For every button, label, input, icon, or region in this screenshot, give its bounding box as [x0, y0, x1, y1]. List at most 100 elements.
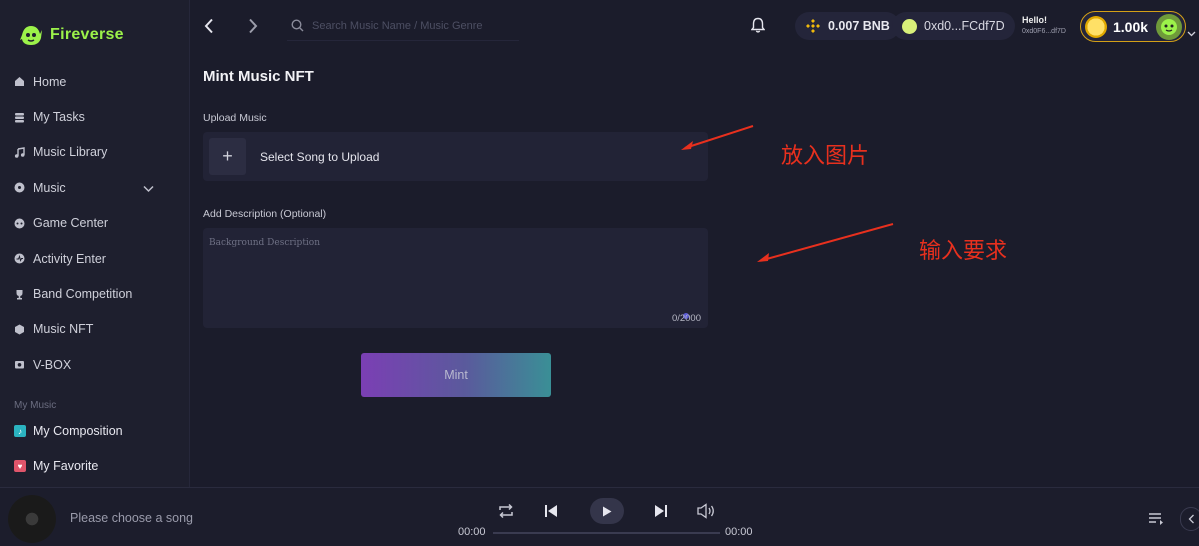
favorite-icon: ♥	[14, 460, 26, 472]
coin-icon	[1085, 15, 1107, 38]
character-counter: 0/2000	[671, 313, 701, 324]
gamepad-icon	[14, 218, 25, 229]
home-icon	[14, 76, 25, 87]
sidebar-item-band-competition[interactable]: Band Competition	[0, 276, 189, 311]
avatar-face-icon	[1161, 18, 1178, 35]
annotation-arrow-icon	[757, 223, 894, 262]
description-annotation: 输入要求	[919, 239, 1008, 264]
sidebar-item-label: My Composition	[33, 424, 123, 438]
tasks-icon	[14, 112, 25, 123]
sidebar-item-game-center[interactable]: Game Center	[0, 206, 189, 241]
app-window: Fireverse Home My Tasks Music Library Mu…	[0, 0, 1199, 546]
play-button[interactable]	[590, 498, 624, 524]
chevron-left-icon	[1188, 514, 1194, 524]
main-content: Mint Music NFT Upload Music + Select Son…	[191, 52, 1199, 487]
sidebar-item-label: Game Center	[33, 216, 109, 231]
search-input[interactable]	[312, 19, 512, 32]
chevron-down-icon	[1187, 31, 1196, 37]
composition-icon: ♪	[14, 425, 26, 437]
description-field: 0/2000	[203, 228, 708, 328]
sidebar-item-music[interactable]: Music	[0, 170, 189, 205]
activity-icon	[14, 253, 25, 264]
total-time: 00:00	[725, 526, 753, 538]
upload-annotation: 放入图片	[781, 144, 870, 169]
back-button[interactable]	[197, 14, 221, 38]
box-icon	[14, 359, 25, 370]
chevron-right-icon	[249, 18, 258, 34]
bell-icon	[750, 17, 766, 33]
sidebar-item-music-library[interactable]: Music Library	[0, 135, 189, 170]
player-status: Please choose a song	[70, 511, 194, 525]
avatar[interactable]	[1156, 13, 1183, 40]
bnb-balance-pill[interactable]: 0.007 BNB	[795, 12, 900, 40]
trophy-icon	[14, 289, 25, 300]
music-note-icon	[14, 147, 25, 158]
sidebar-item-label: Music Library	[33, 145, 108, 160]
plus-icon[interactable]: +	[209, 138, 246, 175]
sidebar-item-label: Activity Enter	[33, 251, 106, 266]
sidebar-item-label: Music	[33, 180, 66, 195]
greeting-text: Hello!	[1022, 15, 1048, 25]
sidebar-item-label: Band Competition	[33, 287, 133, 302]
chevron-down-icon[interactable]	[143, 182, 154, 196]
account-menu-toggle[interactable]	[1187, 24, 1196, 42]
volume-button[interactable]	[696, 503, 716, 519]
chevron-left-icon	[204, 18, 213, 34]
bnb-balance: 0.007 BNB	[828, 19, 890, 33]
sidebar-item-label: My Tasks	[33, 110, 85, 125]
sidebar-item-my-favorite[interactable]: ♥ My Favorite	[14, 459, 98, 473]
nft-icon	[14, 324, 25, 335]
coin-balance-pill[interactable]: 1.00k	[1080, 11, 1186, 42]
sidebar-item-music-nft[interactable]: Music NFT	[0, 312, 189, 347]
current-time: 00:00	[458, 526, 486, 538]
sidebar-item-my-tasks[interactable]: My Tasks	[0, 99, 189, 134]
sidebar-item-label: Music NFT	[33, 322, 94, 337]
sidebar-item-activity-enter[interactable]: Activity Enter	[0, 241, 189, 276]
wallet-address: 0xd0...FCdf7D	[924, 19, 1005, 33]
sidebar-item-v-box[interactable]: V-BOX	[0, 347, 189, 382]
volume-icon	[697, 503, 714, 519]
user-greeting: Hello! 0xd0F6...df7D	[1022, 15, 1066, 37]
next-button[interactable]	[654, 504, 668, 518]
annotation-arrow-icon	[681, 125, 754, 150]
search-bar	[287, 11, 519, 41]
repeat-icon	[499, 503, 513, 519]
brand[interactable]: Fireverse	[18, 22, 124, 48]
short-address: 0xd0F6...df7D	[1022, 28, 1066, 35]
wallet-dot-icon	[902, 18, 917, 34]
previous-button[interactable]	[544, 504, 558, 518]
play-icon	[603, 506, 612, 516]
my-music-section-label: My Music	[14, 400, 57, 411]
notification-button[interactable]	[750, 17, 766, 38]
sidebar-nav: Home My Tasks Music Library Music Game C…	[0, 64, 189, 383]
playlist-button[interactable]	[1148, 512, 1164, 531]
repeat-button[interactable]	[497, 503, 515, 519]
sidebar-item-label: My Favorite	[33, 459, 99, 473]
coin-balance: 1.00k	[1113, 18, 1149, 35]
album-disc	[8, 495, 56, 543]
upload-button-label: Select Song to Upload	[260, 149, 380, 164]
playlist-icon	[1149, 513, 1163, 525]
wallet-pill[interactable]: 0xd0...FCdf7D	[892, 12, 1015, 40]
collapse-player-button[interactable]	[1180, 507, 1199, 531]
sidebar-item-label: V-BOX	[33, 357, 72, 372]
bnb-icon	[806, 19, 820, 33]
brand-name: Fireverse	[50, 26, 124, 43]
mint-button[interactable]: Mint	[361, 353, 551, 397]
description-label: Add Description (Optional)	[203, 208, 327, 220]
sidebar-item-home[interactable]: Home	[0, 64, 189, 99]
sidebar: Fireverse Home My Tasks Music Library Mu…	[0, 0, 190, 487]
upload-song-area[interactable]: + Select Song to Upload	[203, 132, 708, 181]
forward-button[interactable]	[241, 14, 265, 38]
top-bar: 0.007 BNB 0xd0...FCdf7D Hello! 0xd0F6...…	[191, 0, 1199, 52]
sidebar-item-my-composition[interactable]: ♪ My Composition	[14, 424, 123, 438]
skip-forward-icon	[655, 505, 667, 517]
progress-bar[interactable]	[493, 532, 720, 534]
upload-label: Upload Music	[203, 112, 267, 124]
music-disc-icon	[14, 182, 25, 193]
page-title: Mint Music NFT	[203, 68, 314, 85]
fireverse-logo-icon	[20, 26, 42, 45]
skip-back-icon	[545, 505, 557, 517]
sidebar-item-label: Home	[33, 74, 67, 89]
description-input[interactable]	[203, 228, 708, 328]
